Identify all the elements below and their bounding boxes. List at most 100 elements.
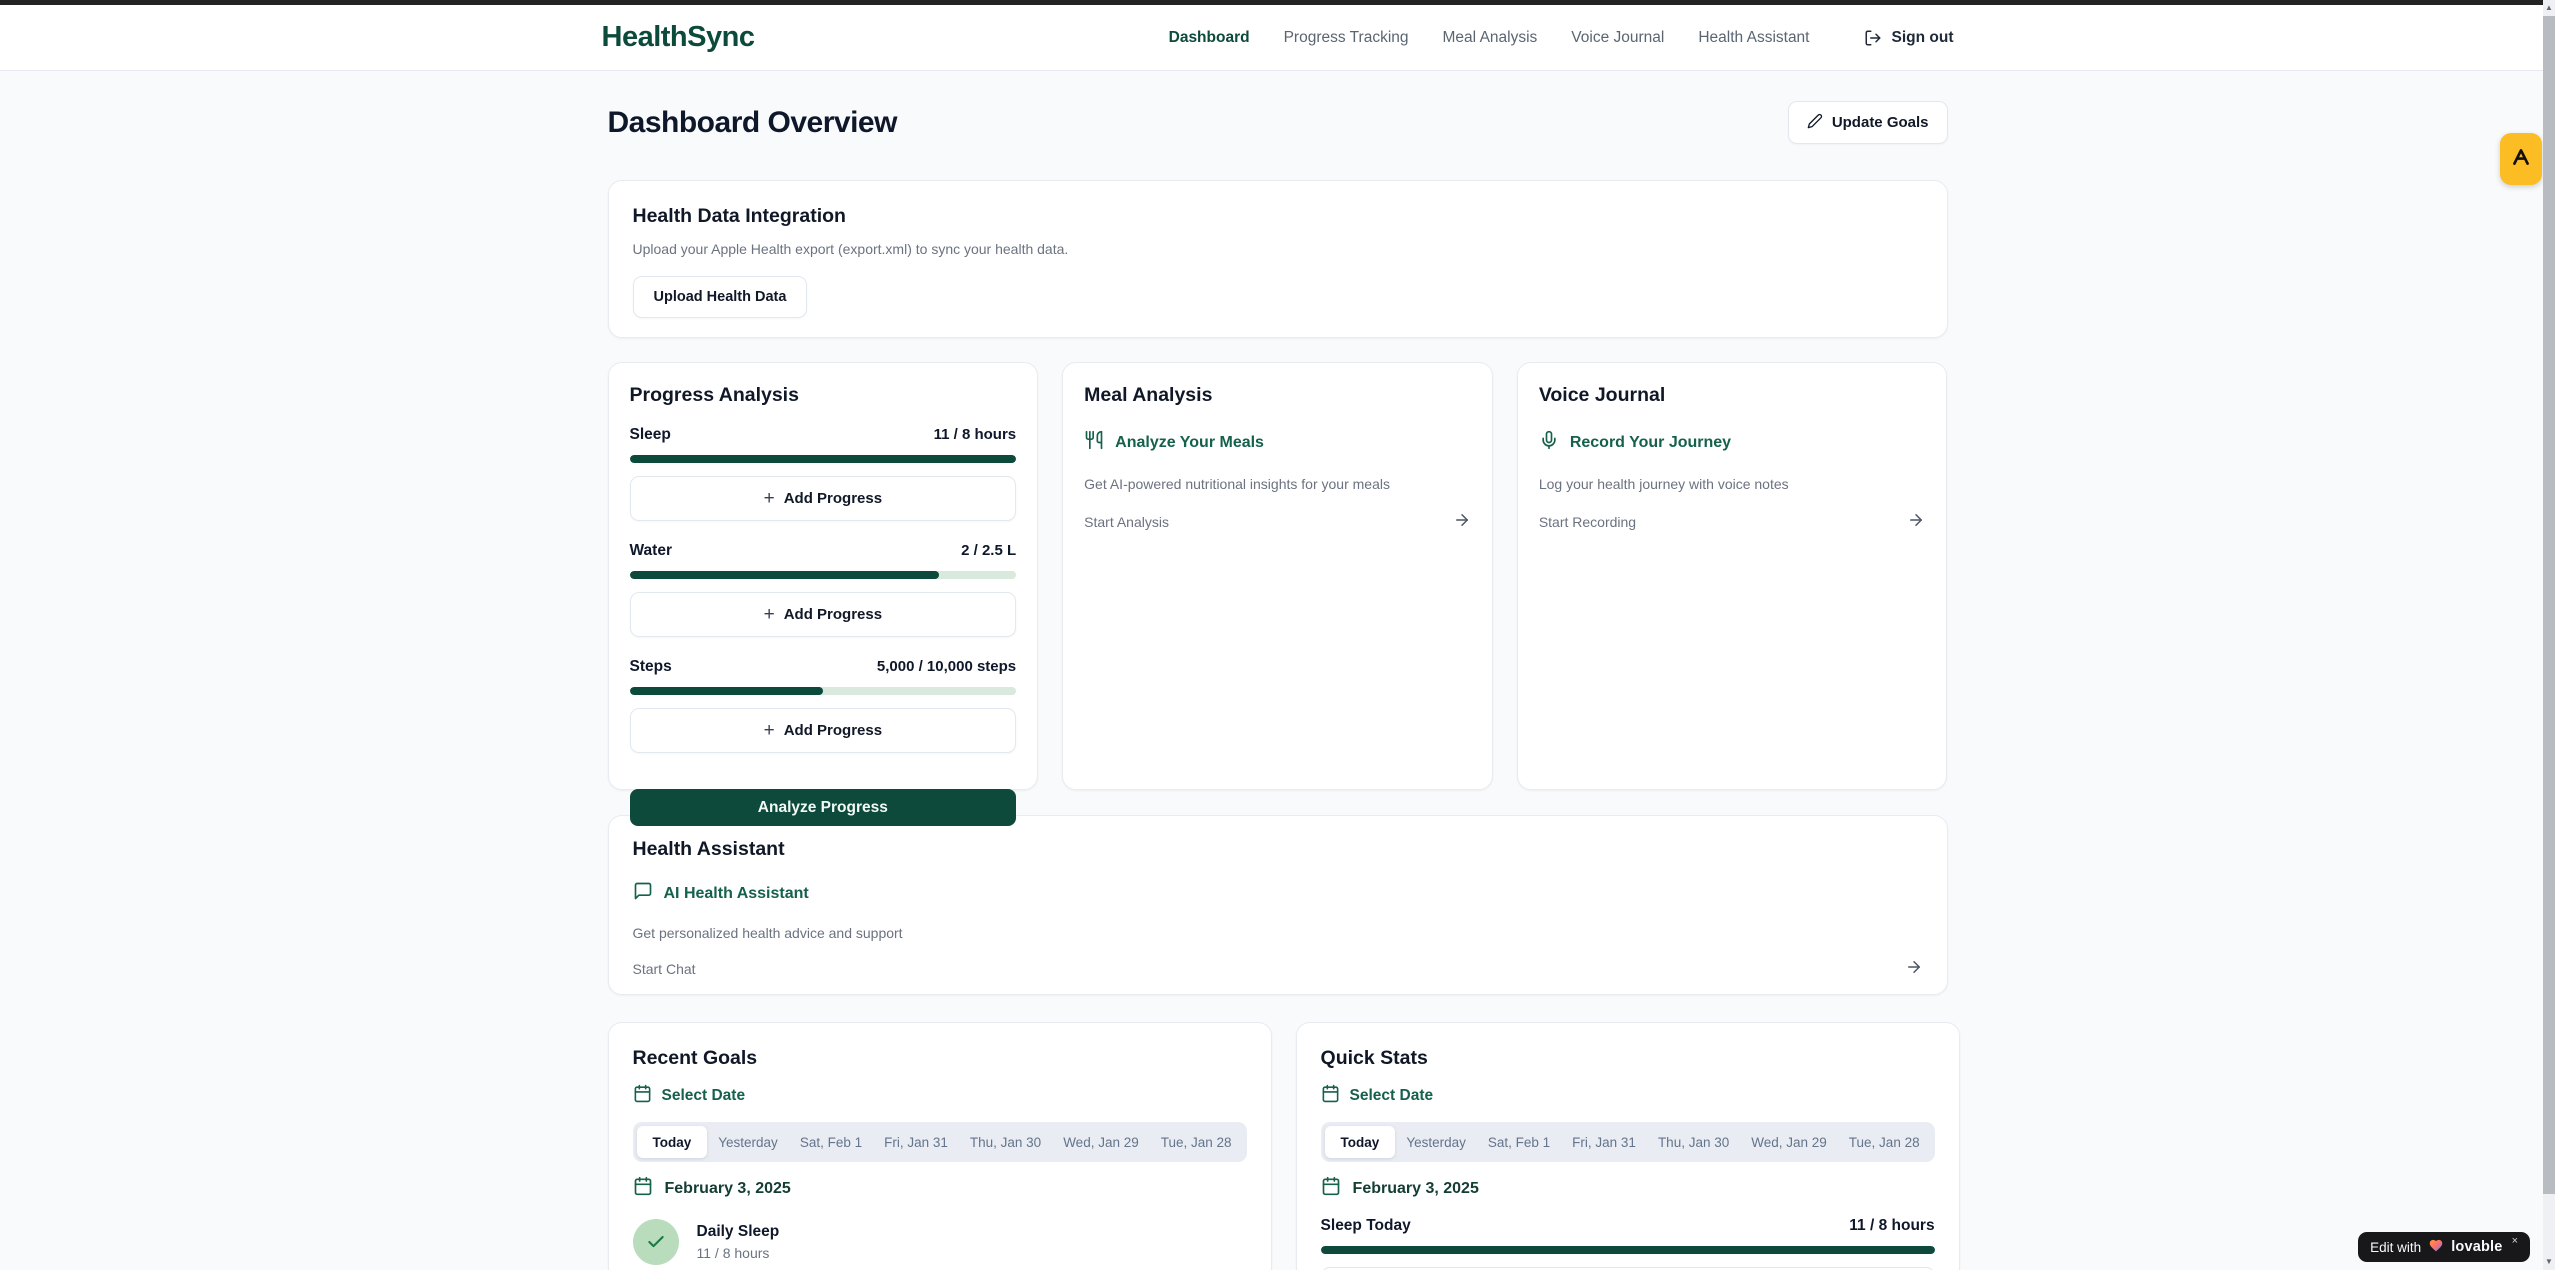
scrollbar-down-arrow[interactable]: ▼ xyxy=(2543,1255,2555,1269)
quick-stats-title: Quick Stats xyxy=(1321,1047,1935,1070)
meal-analysis-description: Get AI-powered nutritional insights for … xyxy=(1084,476,1471,492)
nav-item-dashboard[interactable]: Dashboard xyxy=(1169,29,1250,47)
tab-sat-feb-1[interactable]: Sat, Feb 1 xyxy=(1477,1126,1561,1158)
tab-tue-jan-28[interactable]: Tue, Jan 28 xyxy=(1838,1126,1931,1158)
top-navbar: HealthSync Dashboard Progress Tracking M… xyxy=(0,5,2555,71)
health-data-title: Health Data Integration xyxy=(633,205,1923,228)
recent-goals-card: Recent Goals Select Date Today Yesterday… xyxy=(608,1022,1272,1270)
health-assistant-title: Health Assistant xyxy=(633,838,1923,861)
metric-value: 2 / 2.5 L xyxy=(961,542,1016,559)
voice-journal-title: Voice Journal xyxy=(1539,384,1926,407)
metric-label: Steps xyxy=(630,658,672,676)
tab-yesterday[interactable]: Yesterday xyxy=(707,1126,789,1158)
calendar-icon xyxy=(1321,1176,1341,1201)
nav-links: Dashboard Progress Tracking Meal Analysi… xyxy=(1169,29,1954,47)
ai-health-assistant-link[interactable]: AI Health Assistant xyxy=(633,881,1923,906)
voice-journal-card: Voice Journal Record Your Journey Log yo… xyxy=(1517,362,1948,790)
scrollbar-thumb[interactable] xyxy=(2543,16,2555,1194)
upload-health-data-button[interactable]: Upload Health Data xyxy=(633,276,808,318)
tab-thu-jan-30[interactable]: Thu, Jan 30 xyxy=(959,1126,1052,1158)
tab-thu-jan-30[interactable]: Thu, Jan 30 xyxy=(1647,1126,1740,1158)
quick-stats-select-date[interactable]: Select Date xyxy=(1321,1084,1935,1108)
tab-today[interactable]: Today xyxy=(1325,1126,1396,1158)
nav-item-progress-tracking[interactable]: Progress Tracking xyxy=(1284,29,1409,47)
progress-analysis-title: Progress Analysis xyxy=(630,384,1017,407)
heart-icon xyxy=(2428,1238,2444,1256)
steps-progress-bar xyxy=(630,687,1017,695)
tab-sat-feb-1[interactable]: Sat, Feb 1 xyxy=(789,1126,873,1158)
tab-tue-jan-28[interactable]: Tue, Jan 28 xyxy=(1150,1126,1243,1158)
microphone-icon xyxy=(1539,430,1559,455)
close-icon[interactable]: × xyxy=(2512,1235,2518,1247)
sign-out-button[interactable]: Sign out xyxy=(1864,29,1954,47)
sleep-today-row: Sleep Today 11 / 8 hours xyxy=(1321,1217,1935,1235)
goal-value: 11 / 8 hours xyxy=(697,1245,780,1261)
arrow-right-icon xyxy=(1907,511,1925,532)
logout-icon xyxy=(1864,29,1882,47)
metric-value: 11 / 8 hours xyxy=(934,426,1017,443)
meal-analysis-card: Meal Analysis Analyze Your Meals Get AI-… xyxy=(1062,362,1493,790)
tab-yesterday[interactable]: Yesterday xyxy=(1395,1126,1477,1158)
tab-wed-jan-29[interactable]: Wed, Jan 29 xyxy=(1740,1126,1838,1158)
start-chat-action[interactable]: Start Chat xyxy=(633,958,1923,979)
start-recording-action[interactable]: Start Recording xyxy=(1539,511,1926,532)
health-data-description: Upload your Apple Health export (export.… xyxy=(633,241,1923,257)
sleep-today-progress-bar xyxy=(1321,1246,1935,1254)
app-logo[interactable]: HealthSync xyxy=(602,21,755,54)
add-progress-water-button[interactable]: + Add Progress xyxy=(630,592,1017,637)
goal-item-daily-sleep: Daily Sleep 11 / 8 hours xyxy=(633,1219,1247,1265)
recent-goals-current-date: February 3, 2025 xyxy=(633,1176,1247,1201)
edit-with-lovable-badge[interactable]: Edit with lovable × xyxy=(2358,1232,2530,1262)
plus-icon: + xyxy=(764,489,775,508)
dashboard-main: Dashboard Overview Update Goals Health D… xyxy=(608,71,1948,1270)
arrow-right-icon xyxy=(1905,958,1923,979)
tab-today[interactable]: Today xyxy=(637,1126,708,1158)
chat-bubble-icon xyxy=(633,881,653,906)
quick-stats-current-date: February 3, 2025 xyxy=(1321,1176,1935,1201)
metric-value: 5,000 / 10,000 steps xyxy=(877,658,1016,675)
tab-fri-jan-31[interactable]: Fri, Jan 31 xyxy=(873,1126,959,1158)
bolt-a-icon xyxy=(2510,146,2532,173)
goal-name: Daily Sleep xyxy=(697,1223,780,1241)
metric-sleep: Sleep 11 / 8 hours + Add Progress xyxy=(630,426,1017,521)
analyze-your-meals-link[interactable]: Analyze Your Meals xyxy=(1084,430,1471,455)
arrow-right-icon xyxy=(1453,511,1471,532)
add-progress-steps-button[interactable]: + Add Progress xyxy=(630,708,1017,753)
nav-item-health-assistant[interactable]: Health Assistant xyxy=(1698,29,1809,47)
calendar-icon xyxy=(633,1176,653,1201)
metric-steps: Steps 5,000 / 10,000 steps + Add Progres… xyxy=(630,658,1017,753)
health-data-integration-card: Health Data Integration Upload your Appl… xyxy=(608,180,1948,338)
sleep-progress-bar xyxy=(630,455,1017,463)
check-icon xyxy=(633,1219,679,1265)
water-progress-bar xyxy=(630,571,1017,579)
calendar-icon xyxy=(1321,1084,1340,1108)
health-assistant-description: Get personalized health advice and suppo… xyxy=(633,925,1923,941)
page-scrollbar[interactable]: ▲ ▼ xyxy=(2543,0,2555,1270)
tab-wed-jan-29[interactable]: Wed, Jan 29 xyxy=(1052,1126,1150,1158)
utensils-icon xyxy=(1084,430,1104,455)
update-goals-button[interactable]: Update Goals xyxy=(1788,101,1948,144)
nav-item-voice-journal[interactable]: Voice Journal xyxy=(1571,29,1664,47)
recent-goals-title: Recent Goals xyxy=(633,1047,1247,1070)
nav-item-meal-analysis[interactable]: Meal Analysis xyxy=(1443,29,1538,47)
page-title: Dashboard Overview xyxy=(608,106,897,140)
record-your-journey-link[interactable]: Record Your Journey xyxy=(1539,430,1926,455)
scrollbar-up-arrow[interactable]: ▲ xyxy=(2543,1,2555,15)
plus-icon: + xyxy=(764,721,775,740)
tab-fri-jan-31[interactable]: Fri, Jan 31 xyxy=(1561,1126,1647,1158)
metric-label: Water xyxy=(630,542,673,560)
recent-goals-select-date[interactable]: Select Date xyxy=(633,1084,1247,1108)
quick-stats-card: Quick Stats Select Date Today Yesterday … xyxy=(1296,1022,1960,1270)
add-progress-sleep-button[interactable]: + Add Progress xyxy=(630,476,1017,521)
dev-widget-button[interactable] xyxy=(2500,133,2542,185)
progress-analysis-card: Progress Analysis Sleep 11 / 8 hours + A… xyxy=(608,362,1039,790)
start-analysis-action[interactable]: Start Analysis xyxy=(1084,511,1471,532)
recent-goals-date-tabs: Today Yesterday Sat, Feb 1 Fri, Jan 31 T… xyxy=(633,1122,1247,1162)
metric-water: Water 2 / 2.5 L + Add Progress xyxy=(630,542,1017,637)
meal-analysis-title: Meal Analysis xyxy=(1084,384,1471,407)
analyze-progress-button[interactable]: Analyze Progress xyxy=(630,789,1017,826)
quick-stats-date-tabs: Today Yesterday Sat, Feb 1 Fri, Jan 31 T… xyxy=(1321,1122,1935,1162)
plus-icon: + xyxy=(764,605,775,624)
calendar-icon xyxy=(633,1084,652,1108)
pencil-icon xyxy=(1807,113,1823,133)
